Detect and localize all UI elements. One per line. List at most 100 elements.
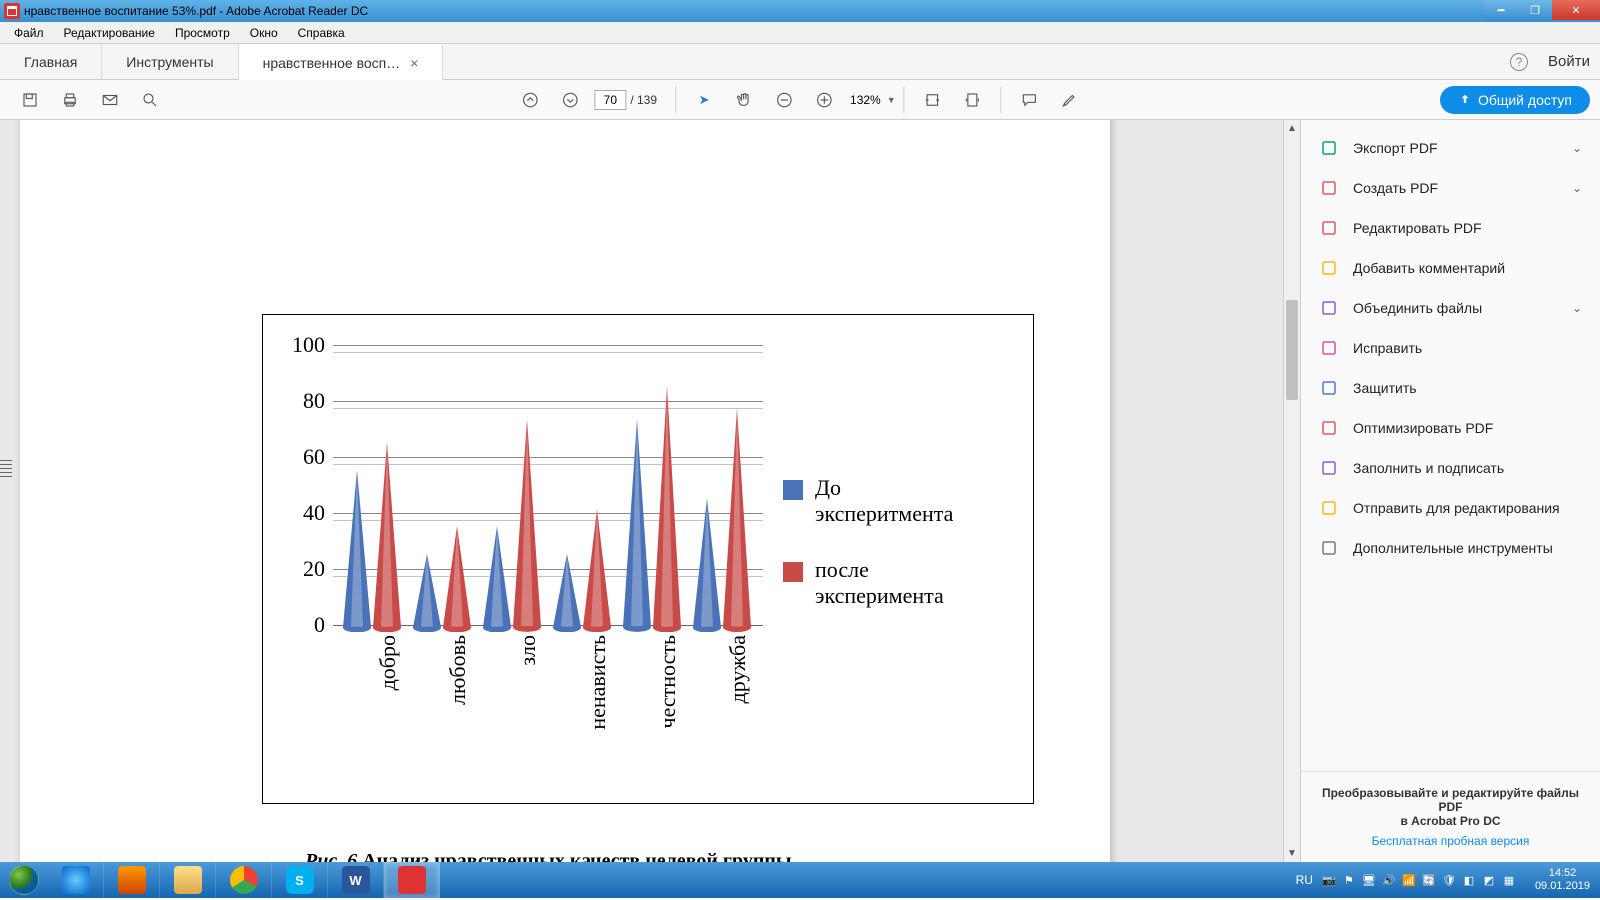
tray-app2-icon[interactable]: ◩: [1481, 872, 1497, 888]
page-down-icon[interactable]: [558, 88, 582, 112]
search-icon[interactable]: [138, 88, 162, 112]
sidebar-item-6[interactable]: Защитить: [1301, 368, 1600, 408]
sidebar-label: Заполнить и подписать: [1353, 460, 1504, 476]
clock[interactable]: 14:52 09.01.2019: [1525, 867, 1600, 893]
tray-sync-icon[interactable]: 🔄: [1421, 872, 1437, 888]
cone-shape: [553, 554, 581, 632]
sidebar-item-1[interactable]: Создать PDF⌄: [1301, 168, 1600, 208]
tab-document[interactable]: нравственное восп… ×: [239, 44, 444, 80]
scrollbar-thumb[interactable]: [1286, 300, 1298, 400]
tray-app-icon[interactable]: ◧: [1461, 872, 1477, 888]
cone-shape: [513, 419, 541, 632]
sidebar-item-8[interactable]: Заполнить и подписать: [1301, 448, 1600, 488]
x-tick-label: зло: [505, 635, 541, 666]
data-cone: [443, 526, 471, 632]
tray-icons[interactable]: 📷 ⚑ 🖥 🔊 📶 🔄 🛡 ◧ ◩ ▦: [1321, 872, 1517, 888]
sign-in-button[interactable]: Войти: [1548, 53, 1590, 70]
task-media[interactable]: [104, 862, 160, 898]
fit-page-icon[interactable]: [961, 88, 985, 112]
tray-display-icon[interactable]: 🖥: [1361, 872, 1377, 888]
tray-camera-icon[interactable]: 📷: [1321, 872, 1337, 888]
task-ie[interactable]: [48, 862, 104, 898]
page-up-icon[interactable]: [518, 88, 542, 112]
task-skype[interactable]: S: [272, 862, 328, 898]
zoom-in-icon[interactable]: [812, 88, 836, 112]
highlight-icon[interactable]: [1058, 88, 1082, 112]
sidebar-item-2[interactable]: Редактировать PDF: [1301, 208, 1600, 248]
tray-shield-icon[interactable]: 🛡: [1441, 872, 1457, 888]
tray-app3-icon[interactable]: ▦: [1501, 872, 1517, 888]
sidebar-item-10[interactable]: Дополнительные инструменты: [1301, 528, 1600, 568]
windows-logo-icon: [9, 865, 39, 895]
menu-file[interactable]: Файл: [4, 24, 54, 42]
tab-tools[interactable]: Инструменты: [102, 44, 238, 80]
sidebar-item-0[interactable]: Экспорт PDF ⌄: [1301, 128, 1600, 168]
cone-shape: [653, 386, 681, 632]
menu-edit[interactable]: Редактирование: [54, 24, 165, 42]
tray-network-icon[interactable]: 📶: [1401, 872, 1417, 888]
tray-volume-icon[interactable]: 🔊: [1381, 872, 1397, 888]
vertical-scrollbar[interactable]: ▲ ▼: [1283, 120, 1300, 862]
cone-shape: [623, 419, 651, 632]
tab-home[interactable]: Главная: [0, 44, 102, 80]
close-button[interactable]: ✕: [1552, 0, 1600, 20]
fit-width-icon[interactable]: [921, 88, 945, 112]
window-title: нравственное воспитание 53%.pdf - Adobe …: [24, 4, 368, 18]
scroll-down-icon[interactable]: ▼: [1284, 845, 1300, 862]
sidebar-label: Отправить для редактирования: [1353, 500, 1560, 516]
x-tick-label: честность: [645, 635, 681, 729]
system-tray: RU 📷 ⚑ 🖥 🔊 📶 🔄 🛡 ◧ ◩ ▦ 14:52 09.01.2019: [1296, 862, 1600, 898]
sidebar-item-7[interactable]: Оптимизировать PDF: [1301, 408, 1600, 448]
legend-label: Доэксперитмента: [815, 475, 953, 527]
page-number-input[interactable]: [594, 90, 626, 110]
sidebar-label: Экспорт PDF: [1353, 140, 1438, 156]
data-cone: [583, 509, 611, 632]
legend-item: Доэксперитмента: [783, 475, 953, 527]
scroll-up-icon[interactable]: ▲: [1284, 120, 1300, 137]
menu-help[interactable]: Справка: [288, 24, 355, 42]
chevron-down-icon: ⌄: [1572, 141, 1582, 155]
page-total-label: / 139: [630, 93, 657, 107]
tab-close-icon[interactable]: ×: [410, 55, 418, 71]
document-viewport[interactable]: 020406080100добролюбовьзлоненавистьчестн…: [0, 120, 1300, 862]
hand-icon[interactable]: [732, 88, 756, 112]
zoom-dropdown-icon[interactable]: ▼: [887, 95, 896, 105]
x-tick-label: ненависть: [575, 635, 611, 730]
sidebar-item-4[interactable]: Объединить файлы⌄: [1301, 288, 1600, 328]
share-button[interactable]: Общий доступ: [1440, 86, 1590, 114]
task-word[interactable]: W: [328, 862, 384, 898]
maximize-button[interactable]: ❐: [1518, 0, 1552, 20]
task-explorer[interactable]: [160, 862, 216, 898]
sidebar-label: Редактировать PDF: [1353, 220, 1482, 236]
start-button[interactable]: [0, 862, 48, 898]
email-icon[interactable]: [98, 88, 122, 112]
help-icon[interactable]: ?: [1510, 53, 1528, 71]
save-icon[interactable]: [18, 88, 42, 112]
sidebar-icon-5: [1319, 338, 1339, 358]
print-icon[interactable]: [58, 88, 82, 112]
menu-view[interactable]: Просмотр: [165, 24, 240, 42]
sidebar-item-3[interactable]: Добавить комментарий: [1301, 248, 1600, 288]
y-tick-label: 0: [314, 612, 333, 638]
cone-shape: [443, 526, 471, 632]
sidebar-label: Объединить файлы: [1353, 300, 1482, 316]
sidebar-item-9[interactable]: Отправить для редактирования: [1301, 488, 1600, 528]
chart-caption: Рис. 6 Анализ нравственных качеств целев…: [305, 850, 792, 862]
sidebar-label: Оптимизировать PDF: [1353, 420, 1493, 436]
trial-link[interactable]: Бесплатная пробная версия: [1321, 834, 1580, 848]
sidebar-icon-9: [1319, 498, 1339, 518]
task-acrobat[interactable]: [384, 862, 440, 898]
pointer-icon[interactable]: ➤: [692, 88, 716, 112]
data-cone: [413, 554, 441, 632]
tray-flag-icon[interactable]: ⚑: [1341, 872, 1357, 888]
comment-icon[interactable]: [1018, 88, 1042, 112]
language-indicator[interactable]: RU: [1296, 873, 1313, 887]
minimize-button[interactable]: ━: [1484, 0, 1518, 20]
menu-window[interactable]: Окно: [240, 24, 288, 42]
legend-label: послеэксперимента: [815, 557, 944, 609]
task-chrome[interactable]: [216, 862, 272, 898]
sidebar-item-5[interactable]: Исправить: [1301, 328, 1600, 368]
zoom-out-icon[interactable]: [772, 88, 796, 112]
cone-shape: [693, 498, 721, 632]
pdf-page: 020406080100добролюбовьзлоненавистьчестн…: [20, 120, 1110, 862]
